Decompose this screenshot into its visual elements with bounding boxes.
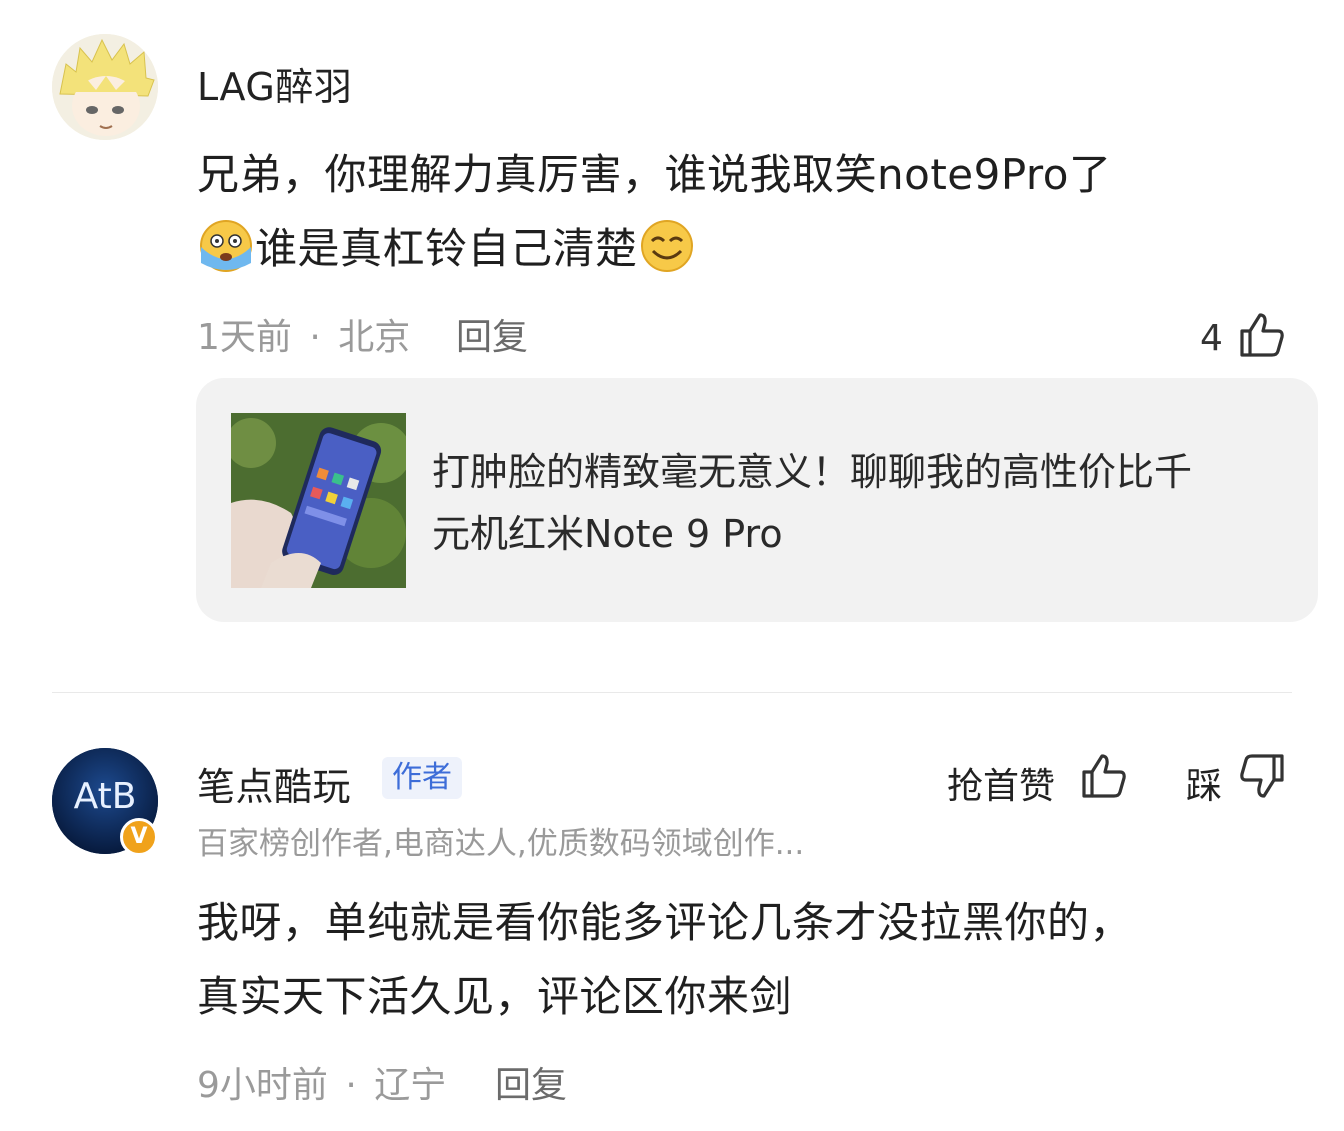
article-thumbnail[interactable] bbox=[231, 413, 406, 588]
thumbs-up-icon[interactable] bbox=[1238, 311, 1286, 363]
comment-line-2: 谁是真杠铃自己清楚 bbox=[197, 212, 1307, 298]
reply-button[interactable]: 回复 bbox=[495, 1056, 567, 1108]
author-badge: 作者 bbox=[382, 757, 462, 799]
first-like-label[interactable]: 抢首赞 bbox=[947, 757, 1055, 809]
comment-divider bbox=[52, 692, 1292, 693]
author-description: 百家榜创作者,电商达人,优质数码领域创作... bbox=[197, 826, 805, 862]
comment-line-1: 我呀，单纯就是看你能多评论几条才没拉黑你的， bbox=[197, 898, 1133, 947]
comment-time: 9小时前 bbox=[197, 1065, 328, 1106]
meta-separator: · bbox=[309, 317, 321, 358]
smirk-emoji-icon bbox=[638, 217, 696, 298]
user-avatar[interactable] bbox=[52, 34, 158, 140]
avatar-logo-text: AtB bbox=[74, 776, 137, 817]
article-title[interactable]: 打肿脸的精致毫无意义！聊聊我的高性价比千 元机红米Note 9 Pro bbox=[432, 441, 1292, 565]
author-username[interactable]: 笔点酷玩 bbox=[197, 756, 351, 811]
comment-meta: 9小时前 · 辽宁 bbox=[197, 1056, 446, 1108]
article-title-line-2: 元机红米Note 9 Pro bbox=[432, 512, 783, 556]
dislike-label[interactable]: 踩 bbox=[1186, 757, 1222, 809]
thumbs-down-icon[interactable] bbox=[1238, 752, 1286, 804]
comment-location: 辽宁 bbox=[374, 1065, 447, 1106]
thumbs-up-icon[interactable] bbox=[1080, 752, 1128, 804]
comment-line-2-text: 谁是真杠铃自己清楚 bbox=[255, 224, 638, 273]
comment-time: 1天前 bbox=[197, 317, 292, 358]
like-count: 4 bbox=[1200, 318, 1223, 359]
comment-text: 兄弟，你理解力真厉害，谁说我取笑note9Pro了 谁是真杠铃自己清楚 bbox=[197, 138, 1307, 298]
comment-line-2: 真实天下活久见，评论区你来剑 bbox=[197, 972, 793, 1021]
comment-location: 北京 bbox=[338, 317, 411, 358]
verified-badge-icon: V bbox=[120, 818, 158, 856]
comment-meta: 1天前 · 北京 bbox=[197, 308, 410, 360]
comment-text: 我呀，单纯就是看你能多评论几条才没拉黑你的， 真实天下活久见，评论区你来剑 bbox=[197, 886, 1307, 1034]
username[interactable]: LAG醉羽 bbox=[197, 56, 352, 111]
meta-separator: · bbox=[345, 1065, 357, 1106]
comment-line-1: 兄弟，你理解力真厉害，谁说我取笑note9Pro了 bbox=[197, 150, 1112, 199]
article-title-line-1: 打肿脸的精致毫无意义！聊聊我的高性价比千 bbox=[432, 450, 1193, 494]
reply-button[interactable]: 回复 bbox=[456, 308, 528, 360]
scared-emoji-icon bbox=[197, 217, 255, 298]
